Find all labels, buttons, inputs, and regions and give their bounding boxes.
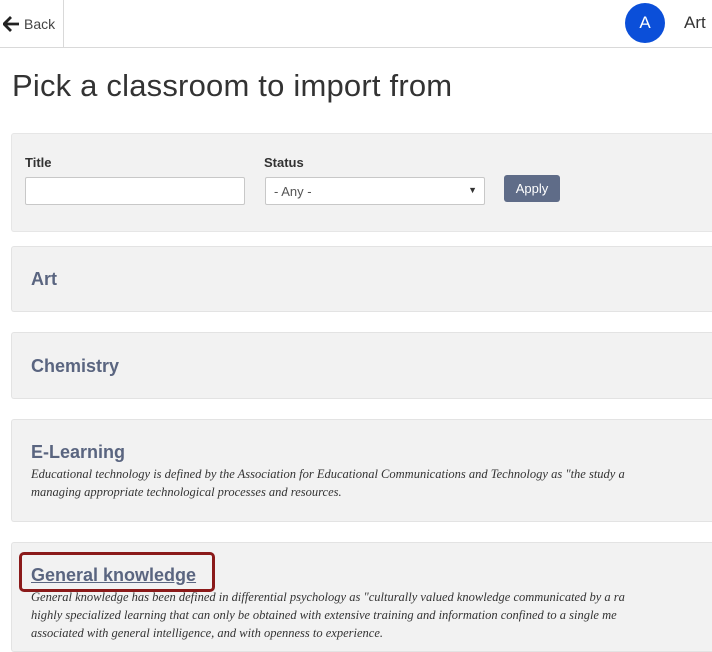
classroom-card-general-knowledge[interactable]: General knowledge General knowledge has … <box>11 542 712 652</box>
classroom-description-line: General knowledge has been defined in di… <box>31 590 625 604</box>
top-bar: Back A Art <box>0 0 712 48</box>
classroom-description-line: associated with general intelligence, an… <box>31 626 384 640</box>
classroom-description-line: managing appropriate technological proce… <box>31 485 342 499</box>
back-label: Back <box>24 15 56 32</box>
classroom-title[interactable]: General knowledge <box>31 565 196 586</box>
status-select[interactable]: - Any - ▼ <box>265 177 485 205</box>
avatar[interactable]: A <box>625 3 665 43</box>
apply-button[interactable]: Apply <box>504 175 560 202</box>
status-select-value: - Any - <box>274 184 312 199</box>
classroom-card-chemistry[interactable]: Chemistry <box>11 332 712 399</box>
page-title: Pick a classroom to import from <box>12 68 453 103</box>
classroom-title[interactable]: E-Learning <box>31 442 125 463</box>
classroom-description-line: highly specialized learning that can onl… <box>31 608 617 622</box>
title-field-label: Title <box>25 155 52 170</box>
classroom-title[interactable]: Art <box>31 269 57 290</box>
classroom-description-line: Educational technology is defined by the… <box>31 467 625 481</box>
title-input[interactable] <box>25 177 245 205</box>
classroom-card-e-learning[interactable]: E-Learning Educational technology is def… <box>11 419 712 522</box>
filter-panel: Title Status - Any - ▼ Apply <box>11 133 712 232</box>
arrow-left-icon <box>3 15 19 32</box>
user-name[interactable]: Art <box>684 13 706 33</box>
status-field-label: Status <box>264 155 304 170</box>
classroom-title[interactable]: Chemistry <box>31 356 119 377</box>
caret-down-icon: ▼ <box>468 185 477 195</box>
back-button[interactable]: Back <box>0 0 64 47</box>
classroom-card-art[interactable]: Art <box>11 246 712 312</box>
